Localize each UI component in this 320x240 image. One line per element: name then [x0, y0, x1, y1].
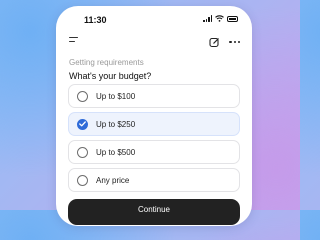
toolbar	[56, 34, 252, 52]
status-time: 11:30	[84, 15, 107, 25]
option-up-to-500[interactable]: Up to $500	[68, 140, 240, 164]
battery-icon	[227, 15, 238, 22]
option-up-to-250[interactable]: Up to $250	[68, 112, 240, 136]
option-label: Up to $250	[96, 119, 136, 129]
radio-icon[interactable]	[77, 90, 88, 102]
status-bar: 11:30	[56, 6, 252, 28]
more-icon[interactable]	[229, 41, 240, 44]
step-subtitle: Getting requirements	[69, 58, 144, 67]
edit-icon[interactable]	[209, 37, 220, 48]
budget-options: Up to $100 Up to $250 Up to $500 Any pri…	[68, 84, 240, 196]
checkmark-icon	[79, 121, 86, 127]
option-up-to-100[interactable]: Up to $100	[68, 84, 240, 108]
option-label: Up to $500	[96, 147, 136, 157]
continue-button[interactable]: Continue	[68, 199, 240, 225]
phone-screen: 11:30 Getting requirements What's your b…	[56, 6, 252, 226]
radio-icon[interactable]	[77, 174, 88, 186]
radio-icon[interactable]	[77, 146, 88, 158]
question-title: What's your budget?	[69, 71, 152, 81]
option-label: Up to $100	[96, 91, 136, 101]
option-label: Any price	[96, 175, 130, 185]
option-any-price[interactable]: Any price	[68, 168, 240, 192]
status-icons	[203, 15, 238, 22]
checked-radio-icon[interactable]	[77, 118, 88, 130]
menu-icon[interactable]	[69, 37, 79, 47]
signal-icon	[203, 15, 212, 22]
wifi-icon	[215, 15, 224, 22]
